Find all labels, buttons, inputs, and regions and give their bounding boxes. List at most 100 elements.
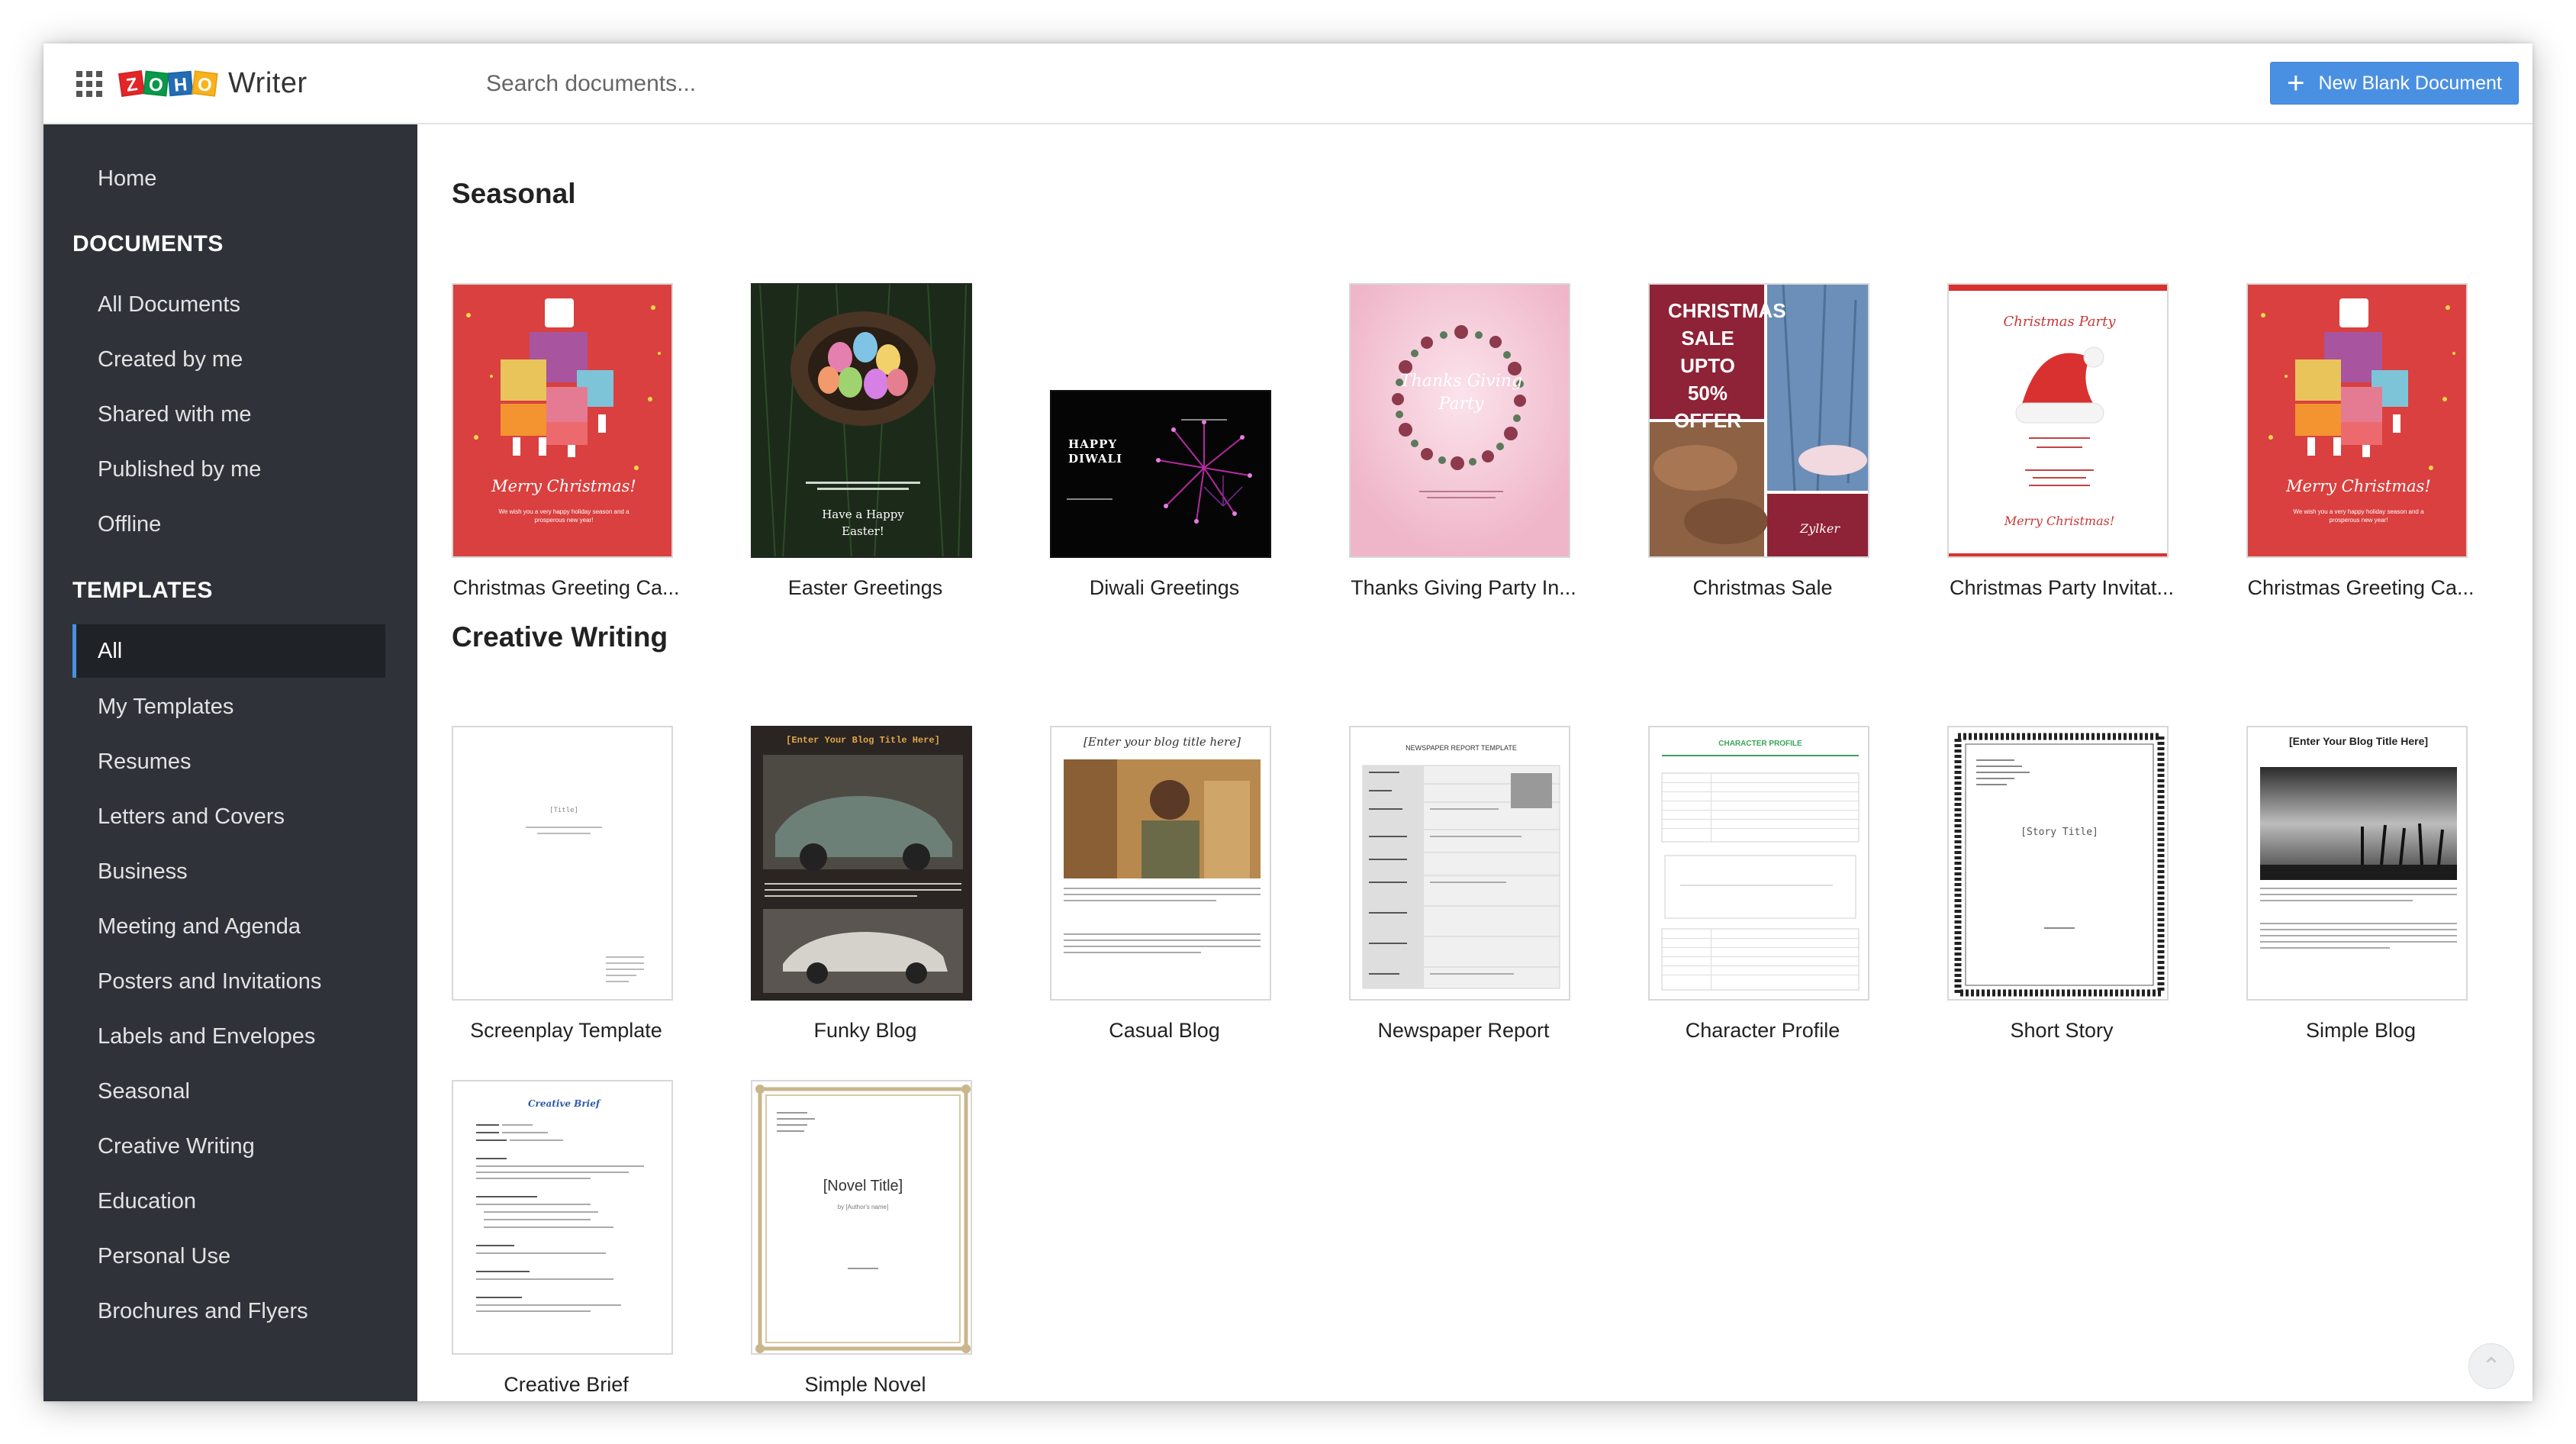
template-card[interactable]: Christmas Party Merry Christmas! Christm… <box>1947 283 2176 604</box>
plus-icon: + <box>2287 66 2305 100</box>
template-name: Creative Brief <box>504 1373 629 1396</box>
template-name: Thanks Giving Party In... <box>1351 576 1576 599</box>
template-card[interactable]: Merry Christmas! We wish you a very happ… <box>452 283 681 604</box>
template-name: Newspaper Report <box>1377 1019 1550 1042</box>
template-card[interactable]: CHARACTER PROFILE Character Profile <box>1648 726 1877 1046</box>
sidebar-item-creative-writing[interactable]: Creative Writing <box>43 1120 417 1173</box>
sidebar-item-home[interactable]: Home <box>43 152 417 205</box>
thumbnail-title: Creative Brief <box>528 1098 600 1109</box>
template-thumbnail: Have a Happy Easter! <box>751 283 972 558</box>
sidebar-item-posters-and-invitations[interactable]: Posters and Invitations <box>43 955 417 1008</box>
scroll-to-top-button[interactable]: ⌃ <box>2468 1343 2514 1389</box>
sidebar-item-education[interactable]: Education <box>43 1175 417 1228</box>
template-name: Christmas Party Invitat... <box>1949 576 2175 599</box>
thumbnail-title: [Title] <box>549 807 578 814</box>
sidebar-item-all-templates[interactable]: All <box>72 624 385 678</box>
app-grid-icon[interactable] <box>76 71 102 97</box>
sidebar-item-seasonal[interactable]: Seasonal <box>43 1065 417 1118</box>
thumbnail-title: NEWSPAPER REPORT TEMPLATE <box>1406 744 1517 752</box>
sidebar-item-offline[interactable]: Offline <box>43 498 417 551</box>
thumbnail-title: CHRISTMAS SALE UPTO 50% OFFER <box>1668 299 1786 432</box>
sidebar: Home DOCUMENTS All Documents Created by … <box>43 124 417 1401</box>
thumbnail-brand: Zylker <box>1799 521 1840 536</box>
thumbnail-title: HAPPY DIWALI <box>1068 437 1123 466</box>
thumbnail-title: Have a Happy Easter! <box>822 508 904 538</box>
template-card[interactable]: [Novel Title] by [Author's name] Simple … <box>751 1080 980 1400</box>
template-name: Christmas Greeting Ca... <box>2247 576 2475 599</box>
template-thumbnail: Thanks Giving Party <box>1349 283 1570 558</box>
sidebar-item-letters-and-covers[interactable]: Letters and Covers <box>43 790 417 843</box>
template-card[interactable]: [Enter your blog title here] Casual Blog <box>1050 726 1279 1046</box>
template-name: Screenplay Template <box>470 1019 662 1042</box>
template-thumbnail: [Enter Your Blog Title Here] <box>751 726 972 1001</box>
template-card[interactable]: NEWSPAPER REPORT TEMPLATE Newspaper Repo… <box>1349 726 1578 1046</box>
documents-heading: DOCUMENTS <box>72 231 224 256</box>
thumbnail-body: We wish you a very happy holiday season … <box>2293 508 2424 524</box>
sidebar-item-personal-use[interactable]: Personal Use <box>43 1230 417 1283</box>
thumbnail-title: [Novel Title] <box>823 1178 903 1194</box>
sidebar-item-created-by-me[interactable]: Created by me <box>43 333 417 386</box>
section-title-creative-writing: Creative Writing <box>452 621 668 653</box>
template-card[interactable]: Have a Happy Easter! Easter Greetings <box>751 283 980 604</box>
new-blank-document-label: New Blank Document <box>2318 72 2502 94</box>
template-name: Diwali Greetings <box>1089 576 1240 599</box>
sidebar-item-brochures-and-flyers[interactable]: Brochures and Flyers <box>43 1284 417 1338</box>
sidebar-item-shared-with-me[interactable]: Shared with me <box>43 388 417 441</box>
template-thumbnail: Christmas Party Merry Christmas! <box>1947 283 2169 558</box>
main-content: Seasonal Merry Christmas! We wish you a … <box>417 124 2533 1401</box>
sidebar-item-labels-and-envelopes[interactable]: Labels and Envelopes <box>43 1010 417 1063</box>
template-card[interactable]: Thanks Giving Party Thanks Giving Party … <box>1349 283 1578 604</box>
thumbnail-title: Merry Christmas! <box>491 477 636 495</box>
thumbnail-title: Merry Christmas! <box>2286 477 2431 495</box>
chevron-up-icon: ⌃ <box>2481 1353 2501 1379</box>
template-thumbnail: [Enter your blog title here] <box>1050 726 1271 1001</box>
sidebar-item-published-by-me[interactable]: Published by me <box>43 443 417 496</box>
new-blank-document-button[interactable]: + New Blank Document <box>2270 62 2519 105</box>
thumbnail-title: Christmas Party <box>2003 314 2116 330</box>
sidebar-item-my-templates[interactable]: My Templates <box>43 680 417 733</box>
template-thumbnail: CHARACTER PROFILE <box>1648 726 1869 1001</box>
template-name: Character Profile <box>1685 1019 1840 1042</box>
template-name: Christmas Greeting Ca... <box>452 576 680 599</box>
template-card[interactable]: HAPPY DIWALI Diwali Greetings <box>1050 283 1279 604</box>
sidebar-item-meeting-and-agenda[interactable]: Meeting and Agenda <box>43 900 417 953</box>
sidebar-item-business[interactable]: Business <box>43 845 417 898</box>
zoho-writer-logo[interactable]: Z O H O Writer <box>118 64 308 102</box>
template-thumbnail: Creative Brief <box>452 1080 673 1355</box>
template-card[interactable]: CHRISTMAS SALE UPTO 50% OFFER Zylker Chr… <box>1648 283 1877 604</box>
template-name: Simple Novel <box>804 1373 926 1396</box>
template-thumbnail: HAPPY DIWALI <box>1050 390 1271 558</box>
section-title-seasonal: Seasonal <box>452 178 576 209</box>
template-card[interactable]: [Story Title] Short Story <box>1947 726 2176 1046</box>
search-input[interactable] <box>486 63 1554 105</box>
template-thumbnail: CHRISTMAS SALE UPTO 50% OFFER Zylker <box>1648 283 1869 558</box>
template-thumbnail: [Title] <box>452 726 673 1001</box>
template-name: Casual Blog <box>1109 1019 1220 1042</box>
thumbnail-title: [Enter Your Blog Title Here] <box>786 735 940 746</box>
thumbnail-subtitle: Merry Christmas! <box>2004 514 2115 528</box>
thumbnail-title: Thanks Giving Party <box>1399 372 1523 414</box>
app-window: Z O H O Writer + New Blank Document Home… <box>43 44 2533 1401</box>
template-thumbnail: [Story Title] <box>1947 726 2169 1001</box>
template-card[interactable]: Creative Brief Creative Brief <box>452 1080 681 1400</box>
templates-heading: TEMPLATES <box>72 578 213 603</box>
thumbnail-title: [Enter your blog title here] <box>1084 735 1241 749</box>
thumbnail-title: [Enter Your Blog Title Here] <box>2288 735 2429 747</box>
template-card[interactable]: [Title] Screenplay Template <box>452 726 681 1046</box>
template-name: Christmas Sale <box>1692 576 1833 599</box>
top-bar: Z O H O Writer + New Blank Document <box>43 44 2533 124</box>
template-name: Simple Blog <box>2305 1019 2417 1042</box>
template-card[interactable]: [Enter Your Blog Title Here] Funky Blog <box>751 726 980 1046</box>
template-card[interactable]: [Enter Your Blog Title Here] Simple Blog <box>2246 726 2475 1046</box>
sidebar-item-all-documents[interactable]: All Documents <box>43 278 417 331</box>
template-thumbnail: NEWSPAPER REPORT TEMPLATE <box>1349 726 1570 1001</box>
sidebar-item-resumes[interactable]: Resumes <box>43 735 417 788</box>
thumbnail-title: CHARACTER PROFILE <box>1718 740 1802 748</box>
template-name: Funky Blog <box>813 1019 917 1042</box>
thumbnail-title: [Story Title] <box>2021 827 2098 838</box>
thumbnail-body: We wish you a very happy holiday season … <box>498 508 630 524</box>
thumbnail-subtitle: by [Author's name] <box>837 1204 889 1210</box>
template-thumbnail: Merry Christmas! We wish you a very happ… <box>2246 283 2468 558</box>
template-card[interactable]: Merry Christmas! We wish you a very happ… <box>2246 283 2475 604</box>
template-thumbnail: [Novel Title] by [Author's name] <box>751 1080 972 1355</box>
